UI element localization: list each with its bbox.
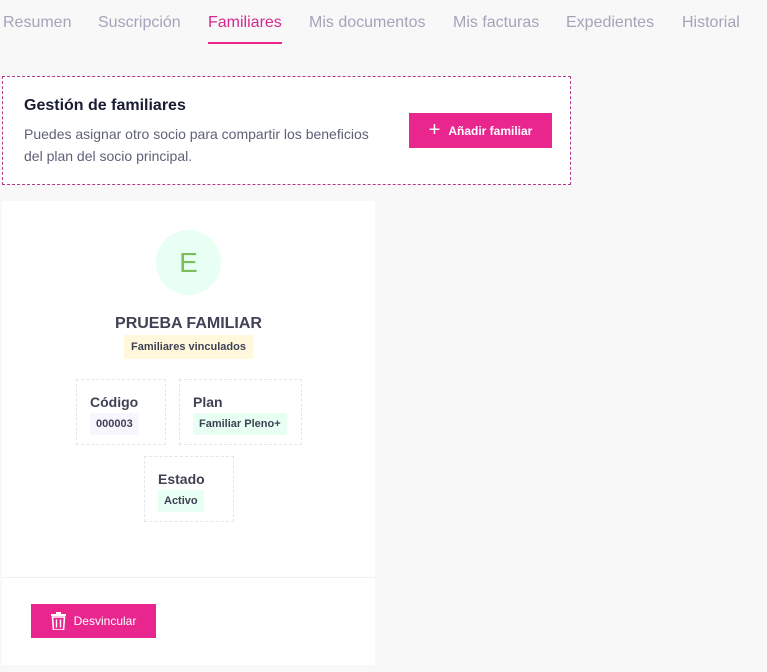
member-badge-row: Familiares vinculados [2, 335, 375, 359]
plan-label: Plan [193, 394, 223, 410]
avatar-initial: E [179, 246, 198, 278]
notice-title: Gestión de familiares [24, 97, 186, 114]
unlink-label: Desvincular [73, 614, 137, 628]
family-management-notice: Gestión de familiares Puedes asignar otr… [2, 76, 571, 185]
code-field: Código 000003 [76, 379, 166, 445]
tab-resumen[interactable]: Resumen [3, 14, 71, 44]
tab-mis-facturas[interactable]: Mis facturas [453, 14, 539, 44]
avatar: E [156, 230, 221, 295]
unlink-button[interactable]: Desvincular [31, 604, 156, 638]
trash-icon [50, 612, 66, 630]
plan-field: Plan Familiar Pleno+ [179, 379, 302, 445]
notice-description: Puedes asignar otro socio para compartir… [24, 126, 369, 164]
state-label: Estado [158, 471, 205, 487]
code-label: Código [90, 394, 139, 410]
plan-value: Familiar Pleno+ [193, 413, 287, 435]
tab-bar: Resumen Suscripción Familiares Mis docum… [0, 0, 767, 52]
tab-familiares[interactable]: Familiares [208, 14, 282, 44]
add-family-member-button[interactable]: + Añadir familiar [409, 113, 552, 148]
tab-suscripcion[interactable]: Suscripción [98, 14, 181, 44]
plus-icon: + [428, 118, 441, 141]
linked-family-badge: Familiares vinculados [124, 335, 253, 359]
state-value: Activo [158, 490, 204, 512]
state-field: Estado Activo [144, 456, 234, 522]
member-name: PRUEBA FAMILIAR [115, 315, 262, 332]
code-value: 000003 [90, 413, 139, 435]
card-divider [2, 577, 375, 578]
family-member-card: E PRUEBA FAMILIAR Familiares vinculados … [2, 201, 375, 665]
tab-mis-documentos[interactable]: Mis documentos [309, 14, 426, 44]
tab-expedientes[interactable]: Expedientes [566, 14, 654, 44]
tab-historial[interactable]: Historial [682, 14, 740, 44]
add-family-member-label: Añadir familiar [448, 123, 533, 138]
